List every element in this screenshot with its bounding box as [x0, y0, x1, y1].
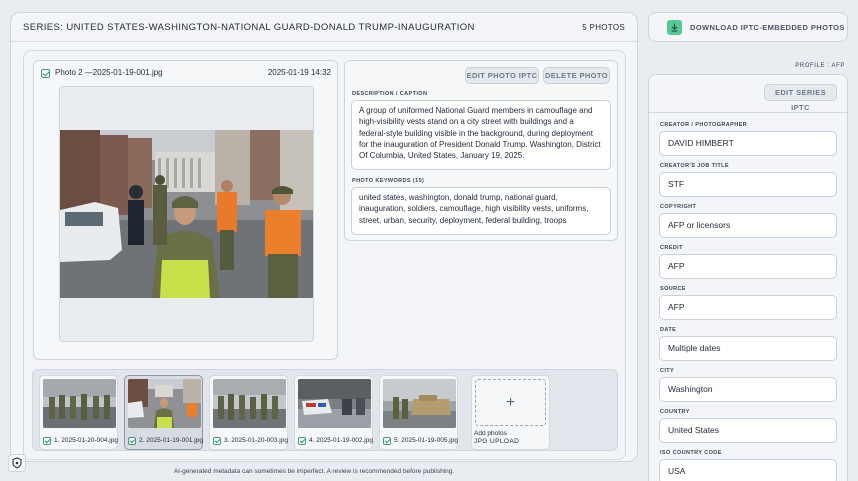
- shield-icon: [12, 457, 22, 469]
- privacy-shield-button[interactable]: [8, 454, 26, 472]
- photo-count: 5 PHOTOS: [582, 23, 625, 32]
- keywords-textarea[interactable]: united states, washington, donald trump,…: [351, 187, 611, 235]
- add-photos-tile[interactable]: + Add photos JPG UPLOAD: [471, 375, 550, 450]
- thumbnail-3[interactable]: 3. 2025-01-20-003.jpg: [209, 375, 288, 450]
- source-field[interactable]: AFP: [659, 295, 837, 320]
- add-photos-format: JPG UPLOAD: [474, 438, 520, 445]
- edit-photo-iptc-button[interactable]: EDIT PHOTO IPTC: [465, 67, 539, 84]
- thumbnail-3-image: [213, 379, 286, 428]
- thumbnail-1[interactable]: 1. 2025-01-20-004.jpg: [39, 375, 118, 450]
- metadata-card: EDIT PHOTO IPTC DELETE PHOTO DESCRIPTION…: [344, 60, 618, 241]
- thumbnail-3-label: 3. 2025-01-20-003.jpg: [224, 437, 288, 444]
- field-label-date: DATE: [660, 327, 677, 333]
- thumbnail-3-checkbox[interactable]: [213, 437, 221, 445]
- photo-preview-image: [60, 130, 313, 298]
- thumbnail-strip: 1. 2025-01-20-004.jpg 2. 2025-01-19-001.…: [32, 369, 618, 451]
- thumbnail-4-label: 4. 2025-01-19-002.jpg: [309, 437, 373, 444]
- keywords-label: PHOTO KEYWORDS (15): [352, 178, 425, 184]
- field-label-job-title: CREATOR'S JOB TITLE: [660, 163, 729, 169]
- description-textarea[interactable]: A group of uniformed National Guard memb…: [351, 100, 611, 170]
- country-field[interactable]: United States: [659, 418, 837, 443]
- iso-country-field[interactable]: USA: [659, 459, 837, 481]
- thumbnail-4-checkbox[interactable]: [298, 437, 306, 445]
- photo-preview-frame: [59, 86, 314, 342]
- thumbnail-5-checkbox[interactable]: [383, 437, 391, 445]
- download-label: DOWNLOAD IPTC-EMBEDDED PHOTOS: [690, 23, 845, 32]
- field-label-credit: CREDIT: [660, 245, 683, 251]
- photo-select-checkbox[interactable]: [41, 69, 50, 78]
- download-icon: [667, 20, 682, 35]
- ai-disclaimer: AI-generated metadata can sometimes be i…: [173, 468, 455, 475]
- download-iptc-button[interactable]: DOWNLOAD IPTC-EMBEDDED PHOTOS: [648, 12, 848, 42]
- series-panel: SERIES: UNITED STATES-WASHINGTON-NATIONA…: [10, 12, 638, 462]
- thumbnail-5[interactable]: 5. 2025-01-19-005.jpg: [379, 375, 458, 450]
- add-photos-label: Add photos: [474, 430, 507, 437]
- job-title-field[interactable]: STF: [659, 172, 837, 197]
- delete-photo-button[interactable]: DELETE PHOTO: [543, 67, 610, 84]
- creator-field[interactable]: DAVID HIMBERT: [659, 131, 837, 156]
- field-label-city: CITY: [660, 368, 675, 374]
- field-label-iso-country: ISO COUNTRY CODE: [660, 450, 722, 456]
- thumbnail-1-image: [43, 379, 116, 428]
- thumbnail-5-label: 5. 2025-01-19-005.jpg: [394, 437, 458, 444]
- series-title: SERIES: UNITED STATES-WASHINGTON-NATIONA…: [23, 22, 475, 33]
- photo-date: 2025-01-19 14:32: [267, 68, 331, 77]
- add-photo-plus-icon[interactable]: +: [475, 379, 546, 426]
- field-label-creator: CREATOR / PHOTOGRAPHER: [660, 122, 748, 128]
- credit-field[interactable]: AFP: [659, 254, 837, 279]
- thumbnail-2-image: [128, 379, 201, 428]
- description-label: DESCRIPTION / CAPTION: [352, 91, 428, 97]
- series-iptc-header: EDIT SERIES IPTC: [649, 75, 847, 113]
- photo-card: Photo 2 —2025-01-19-001.jpg 2025-01-19 1…: [33, 60, 338, 360]
- header-divider: [11, 41, 637, 42]
- date-field[interactable]: Multiple dates: [659, 336, 837, 361]
- thumbnail-2[interactable]: 2. 2025-01-19-001.jpg: [124, 375, 203, 450]
- city-field[interactable]: Washington: [659, 377, 837, 402]
- thumbnail-2-checkbox[interactable]: [128, 437, 136, 445]
- thumbnail-5-image: [383, 379, 456, 428]
- series-iptc-panel: EDIT SERIES IPTC CREATOR / PHOTOGRAPHER …: [648, 74, 848, 481]
- photo-filename: Photo 2 —2025-01-19-001.jpg: [55, 68, 163, 77]
- edit-series-iptc-button[interactable]: EDIT SERIES IPTC: [764, 84, 837, 112]
- profile-label: PROFILE : AFP: [795, 63, 845, 69]
- thumbnail-4-image: [298, 379, 371, 428]
- field-label-country: COUNTRY: [660, 409, 690, 415]
- field-label-copyright: COPYRIGHT: [660, 204, 697, 210]
- field-label-source: SOURCE: [660, 286, 686, 292]
- thumbnail-1-checkbox[interactable]: [43, 437, 51, 445]
- thumbnail-2-label: 2. 2025-01-19-001.jpg: [139, 437, 203, 444]
- copyright-field[interactable]: AFP or licensors: [659, 213, 837, 238]
- thumbnail-4[interactable]: 4. 2025-01-19-002.jpg: [294, 375, 373, 450]
- thumbnail-1-label: 1. 2025-01-20-004.jpg: [54, 437, 118, 444]
- photo-workspace: Photo 2 —2025-01-19-001.jpg 2025-01-19 1…: [23, 50, 626, 460]
